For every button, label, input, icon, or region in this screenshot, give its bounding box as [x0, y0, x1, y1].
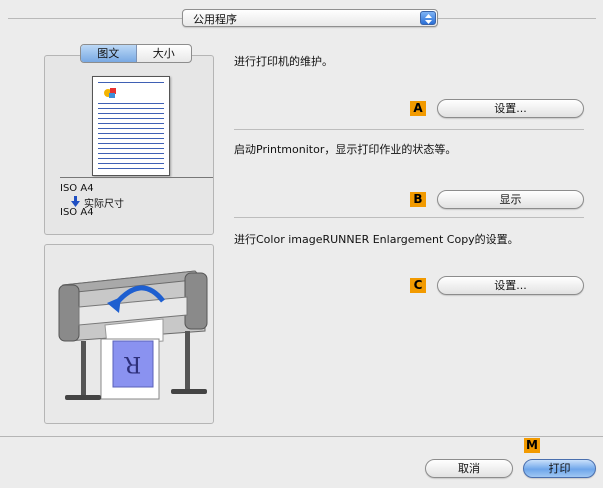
maintenance-settings-button[interactable]: 设置... — [437, 99, 584, 118]
preview-tab-control[interactable]: 图文 大小 — [80, 44, 192, 63]
section-divider-2 — [234, 217, 584, 218]
header-rule-left — [8, 18, 182, 19]
popup-label: 公用程序 — [193, 13, 237, 26]
cancel-button[interactable]: 取消 — [425, 459, 513, 478]
page-preview-thumbnail — [92, 76, 170, 176]
badge-b: B — [410, 192, 426, 207]
input-paper-size: ISO A4 — [60, 183, 94, 194]
footer-divider — [0, 436, 603, 437]
badge-m: M — [524, 438, 540, 453]
badge-a: A — [410, 101, 426, 116]
enlargement-copy-settings-button[interactable]: 设置... — [437, 276, 584, 295]
utility-description-printmonitor: 启动Printmonitor，显示打印作业的状态等。 — [234, 143, 457, 156]
image-placeholder-icon — [103, 87, 117, 99]
utility-popup-menu[interactable]: 公用程序 — [182, 9, 438, 27]
preview-divider — [60, 177, 213, 178]
large-format-printer-icon: R — [58, 270, 208, 400]
output-paper-size: ISO A4 — [60, 207, 94, 218]
svg-text:R: R — [123, 351, 141, 376]
tab-image-text[interactable]: 图文 — [81, 45, 137, 62]
badge-c: C — [410, 278, 426, 293]
printer-illustration-box: R — [44, 244, 214, 424]
printmonitor-show-button[interactable]: 显示 — [437, 190, 584, 209]
print-button[interactable]: 打印 — [523, 459, 596, 478]
tab-size[interactable]: 大小 — [137, 45, 192, 62]
popup-stepper-icon — [420, 11, 436, 25]
header-rule-right — [438, 18, 596, 19]
arrow-down-icon — [71, 196, 80, 207]
utility-description-maintenance: 进行打印机的维护。 — [234, 55, 333, 68]
utility-description-enlargement-copy: 进行Color imageRUNNER Enlargement Copy的设置。 — [234, 233, 519, 246]
section-divider-1 — [234, 129, 584, 130]
